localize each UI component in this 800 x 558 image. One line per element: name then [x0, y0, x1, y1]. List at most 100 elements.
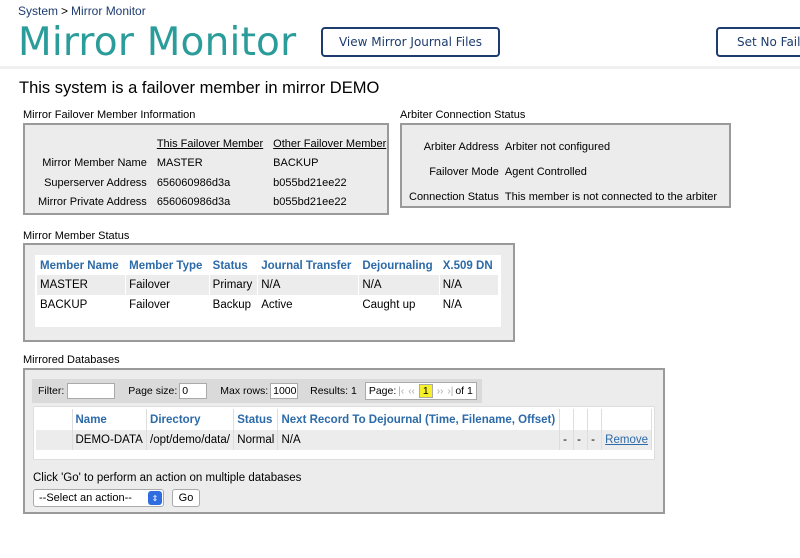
- info-label: Mirror Member Name: [42, 157, 147, 170]
- view-journal-files-button[interactable]: View Mirror Journal Files: [321, 27, 500, 57]
- arbiter-panel: Arbiter Address Arbiter not configured F…: [400, 123, 731, 208]
- cell: Backup: [209, 295, 259, 315]
- member-status-table-wrap: Member Name Member Type Status Journal T…: [35, 255, 501, 327]
- mirror-membership-heading: This system is a failover member in mirr…: [19, 79, 380, 97]
- databases-table-wrap: Name Directory Status Next Record To Dej…: [33, 406, 655, 460]
- cell: N/A: [358, 275, 440, 295]
- col-db-status[interactable]: Status: [233, 409, 279, 430]
- col-name[interactable]: Name: [72, 409, 148, 430]
- chevron-updown-icon: ⇕: [148, 491, 162, 505]
- arbiter-label: Arbiter Address: [423, 140, 499, 153]
- col-action: [601, 409, 652, 430]
- col-status[interactable]: Status: [209, 257, 259, 275]
- page-label: Page:: [368, 385, 397, 397]
- db-extra: -: [573, 430, 589, 450]
- set-no-failover-button[interactable]: Set No Failover: [716, 27, 800, 57]
- info-row: Mirror Private Address 656060986d3a b055…: [38, 193, 386, 213]
- col-extra-2: [573, 409, 589, 430]
- info-other-value: BACKUP: [273, 157, 319, 170]
- col-journal-transfer[interactable]: Journal Transfer: [257, 257, 360, 275]
- cell: Failover: [125, 295, 210, 315]
- col-extra-3: [587, 409, 603, 430]
- info-other-value: b055bd21ee22: [273, 196, 347, 209]
- page-size-label: Page size:: [128, 385, 178, 397]
- last-page-button[interactable]: ›|: [447, 386, 453, 397]
- cell: Active: [257, 295, 360, 315]
- max-rows-label: Max rows:: [220, 385, 269, 397]
- cell: N/A: [439, 275, 500, 295]
- breadcrumb-separator: >: [61, 4, 69, 18]
- db-extra: -: [587, 430, 603, 450]
- breadcrumb-mirror-monitor-link[interactable]: Mirror Monitor: [71, 4, 146, 18]
- arbiter-row: Arbiter Address Arbiter not configured: [409, 134, 717, 159]
- db-next-record: N/A: [277, 430, 561, 450]
- cell: Caught up: [358, 295, 440, 315]
- page-of-total: of 1: [455, 385, 473, 397]
- db-extra: -: [559, 430, 575, 450]
- arbiter-label: Failover Mode: [429, 165, 499, 178]
- remove-db-link[interactable]: Remove: [605, 434, 648, 446]
- db-status: Normal: [233, 430, 279, 450]
- cell: N/A: [257, 275, 360, 295]
- failover-info-panel: This Failover Member Other Failover Memb…: [23, 123, 389, 215]
- col-directory[interactable]: Directory: [146, 409, 235, 430]
- table-row: BACKUP Failover Backup Active Caught up …: [37, 295, 500, 315]
- go-hint: Click 'Go' to perform an action on multi…: [33, 472, 302, 484]
- go-button[interactable]: Go: [172, 489, 200, 507]
- col-other-member: Other Failover Member: [273, 137, 387, 150]
- current-page[interactable]: 1: [418, 384, 433, 398]
- info-this-value: MASTER: [156, 157, 203, 170]
- prev-page-button[interactable]: ‹‹: [408, 386, 415, 397]
- pager: Page: |‹ ‹‹ 1 ›› ›| of 1: [364, 382, 477, 400]
- breadcrumb: System > Mirror Monitor: [18, 4, 146, 18]
- first-page-button[interactable]: |‹: [398, 386, 404, 397]
- member-status-panel: Member Name Member Type Status Journal T…: [23, 243, 515, 342]
- arbiter-label: Connection Status: [409, 190, 499, 203]
- col-member-name[interactable]: Member Name: [37, 257, 127, 275]
- col-this-member: This Failover Member: [156, 137, 264, 150]
- filter-input[interactable]: [67, 383, 116, 399]
- breadcrumb-system-link[interactable]: System: [18, 4, 58, 18]
- col-member-type[interactable]: Member Type: [125, 257, 210, 275]
- cell: MASTER: [37, 275, 127, 295]
- db-directory: /opt/demo/data/: [146, 430, 235, 450]
- failover-info-table: This Failover Member Other Failover Memb…: [38, 134, 386, 212]
- mirrored-databases-title: Mirrored Databases: [23, 354, 120, 366]
- table-navigator: Filter: Page size: 0 Max rows: 1000 Resu…: [32, 379, 482, 403]
- col-next-record[interactable]: Next Record To Dejournal (Time, Filename…: [277, 409, 561, 430]
- action-select[interactable]: --Select an action-- ⇕: [33, 489, 164, 507]
- action-select-value: --Select an action--: [39, 492, 132, 504]
- member-status-title: Mirror Member Status: [23, 230, 130, 242]
- info-this-value: 656060986d3a: [156, 196, 231, 209]
- arbiter-row: Failover Mode Agent Controlled: [409, 159, 717, 184]
- page-title: Mirror Monitor: [18, 20, 297, 65]
- col-x509-dn[interactable]: X.509 DN: [439, 257, 500, 275]
- filter-label: Filter:: [38, 385, 65, 397]
- col-dejournaling[interactable]: Dejournaling: [358, 257, 440, 275]
- info-row: Mirror Member Name MASTER BACKUP: [38, 154, 386, 174]
- arbiter-value: Agent Controlled: [504, 165, 587, 178]
- info-label: Superserver Address: [44, 176, 147, 189]
- max-rows-input[interactable]: 1000: [270, 383, 299, 399]
- cell: BACKUP: [37, 295, 127, 315]
- results-count: Results: 1: [310, 385, 357, 397]
- cell: N/A: [439, 295, 500, 315]
- arbiter-title: Arbiter Connection Status: [400, 109, 526, 121]
- cell: Failover: [125, 275, 210, 295]
- info-label: Mirror Private Address: [38, 196, 147, 209]
- row-select-cell[interactable]: [36, 430, 73, 450]
- next-page-button[interactable]: ››: [437, 386, 444, 397]
- arbiter-row: Connection Status This member is not con…: [409, 184, 717, 209]
- page-size-input[interactable]: 0: [179, 383, 208, 399]
- header-divider: [0, 66, 800, 69]
- member-status-table: Member Name Member Type Status Journal T…: [37, 257, 500, 315]
- arbiter-value: Arbiter not configured: [504, 140, 611, 153]
- col-select: [36, 409, 73, 430]
- col-extra-1: [559, 409, 575, 430]
- info-this-value: 656060986d3a: [156, 176, 231, 189]
- db-name: DEMO-DATA: [72, 430, 148, 450]
- table-row: DEMO-DATA /opt/demo/data/ Normal N/A - -…: [36, 430, 652, 450]
- databases-table: Name Directory Status Next Record To Dej…: [36, 409, 652, 450]
- cell: Primary: [209, 275, 259, 295]
- info-other-value: b055bd21ee22: [273, 176, 347, 189]
